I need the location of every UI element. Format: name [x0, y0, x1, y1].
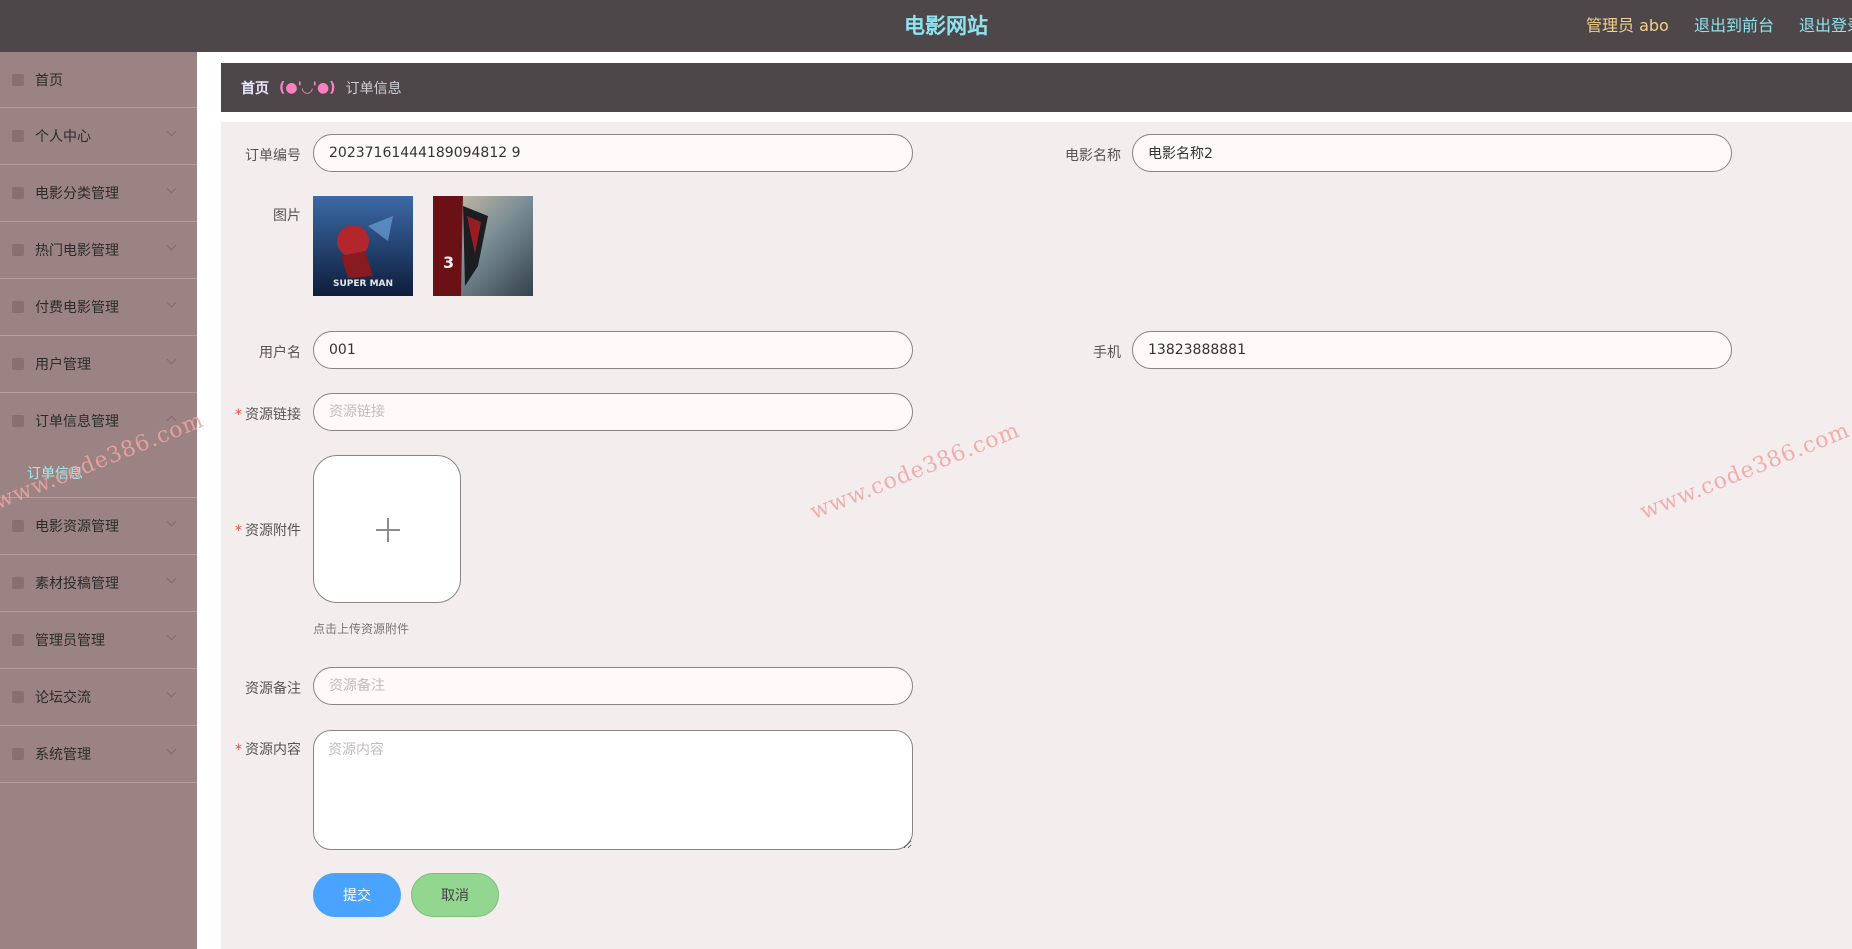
- sidebar-item-profile[interactable]: 个人中心: [0, 108, 197, 165]
- attachment-label: * 资源附件: [235, 523, 301, 539]
- remark-label: 资源备注: [245, 681, 301, 697]
- username-field[interactable]: [313, 331, 913, 369]
- users-icon: [12, 358, 24, 370]
- chevron-down-icon: [166, 630, 177, 641]
- username-label: 用户名: [259, 345, 301, 361]
- sidebar-item-label: 管理员管理: [35, 633, 105, 649]
- sidebar-item-label: 订单信息管理: [35, 414, 119, 430]
- sidebar-item-submissions[interactable]: 素材投稿管理: [0, 555, 197, 612]
- chevron-down-icon: [166, 516, 177, 527]
- site-title: 电影网站: [904, 14, 988, 38]
- required-mark: *: [235, 742, 242, 758]
- sidebar-item-label: 系统管理: [35, 747, 91, 763]
- sidebar-item-admins[interactable]: 管理员管理: [0, 612, 197, 669]
- chevron-down-icon: [166, 744, 177, 755]
- sidebar-item-home[interactable]: 首页: [0, 52, 197, 108]
- chevron-down-icon: [166, 240, 177, 251]
- exit-to-front-link[interactable]: 退出到前台: [1694, 16, 1774, 35]
- required-mark: *: [235, 407, 242, 423]
- order-no-field[interactable]: [313, 134, 913, 172]
- sidebar-item-movie-resources[interactable]: 电影资源管理: [0, 498, 197, 555]
- sidebar-item-forum[interactable]: 论坛交流: [0, 669, 197, 726]
- sidebar-subitem-order-info[interactable]: 订单信息: [0, 449, 197, 498]
- sidebar-item-movie-category[interactable]: 电影分类管理: [0, 165, 197, 222]
- movie-name-field[interactable]: [1132, 134, 1732, 172]
- home-icon: [12, 73, 24, 86]
- content-label: * 资源内容: [235, 742, 301, 758]
- chevron-down-icon: [166, 354, 177, 365]
- order-no-label: 订单编号: [245, 148, 301, 164]
- grid-icon: [12, 187, 24, 199]
- sidebar-item-hot-movies[interactable]: 热门电影管理: [0, 222, 197, 279]
- required-mark: *: [235, 523, 242, 539]
- logout-link[interactable]: 退出登录: [1799, 16, 1852, 35]
- chevron-down-icon: [166, 687, 177, 698]
- breadcrumb: 首页 (●'◡'●) 订单信息: [221, 63, 1852, 112]
- sidebar-item-label: 个人中心: [35, 129, 91, 145]
- sidebar: 首页 个人中心 电影分类管理 热门电影管理 付费电影管理 用户管理 订单信息管理…: [0, 52, 197, 949]
- admin-icon: [12, 634, 24, 646]
- image-label: 图片: [273, 208, 301, 224]
- sidebar-item-label: 首页: [35, 72, 63, 89]
- chevron-down-icon: [166, 126, 177, 137]
- content-textarea[interactable]: [313, 730, 913, 850]
- svg-text:SUPER MAN: SUPER MAN: [333, 279, 393, 289]
- sidebar-item-label: 热门电影管理: [35, 243, 119, 259]
- phone-field[interactable]: [1132, 331, 1732, 369]
- chevron-down-icon: [166, 573, 177, 584]
- admin-label: 管理员 abo: [1586, 16, 1669, 35]
- forum-icon: [12, 691, 24, 703]
- film-icon: [12, 244, 24, 256]
- breadcrumb-current: 订单信息: [345, 80, 402, 97]
- folder-icon: [12, 520, 24, 532]
- sidebar-item-users[interactable]: 用户管理: [0, 336, 197, 393]
- resource-link-label: * 资源链接: [235, 407, 301, 423]
- movie-image-2[interactable]: 3: [433, 196, 533, 296]
- breadcrumb-home[interactable]: 首页: [241, 78, 269, 98]
- top-bar: 电影网站 管理员 abo 退出到前台 退出登录: [0, 0, 1852, 52]
- resource-link-input[interactable]: [313, 393, 913, 431]
- cancel-button[interactable]: 取消: [411, 873, 499, 917]
- chevron-up-icon: [166, 415, 177, 426]
- phone-label: 手机: [1093, 345, 1121, 361]
- sidebar-item-label: 用户管理: [35, 357, 91, 373]
- sidebar-item-system[interactable]: 系统管理: [0, 726, 197, 783]
- attachment-upload-button[interactable]: [313, 455, 461, 603]
- sidebar-item-label: 电影分类管理: [35, 186, 119, 202]
- sidebar-item-orders[interactable]: 订单信息管理: [0, 393, 197, 449]
- breadcrumb-separator: (●'◡'●): [279, 79, 336, 96]
- top-right-menu: 管理员 abo 退出到前台 退出登录: [1586, 12, 1852, 36]
- sidebar-item-label: 付费电影管理: [35, 300, 119, 316]
- settings-icon: [12, 748, 24, 760]
- chevron-down-icon: [166, 183, 177, 194]
- remark-input[interactable]: [313, 667, 913, 705]
- upload-tip: 点击上传资源附件: [313, 622, 410, 636]
- upload-icon: [12, 577, 24, 589]
- svg-text:3: 3: [443, 253, 454, 272]
- sidebar-item-paid-movies[interactable]: 付费电影管理: [0, 279, 197, 336]
- submit-button[interactable]: 提交: [313, 873, 401, 917]
- card-icon: [12, 301, 24, 313]
- order-icon: [12, 415, 24, 427]
- chevron-down-icon: [166, 297, 177, 308]
- sidebar-item-label: 素材投稿管理: [35, 576, 119, 592]
- movie-image-1[interactable]: SUPER MAN: [313, 196, 413, 296]
- sidebar-item-label: 论坛交流: [35, 690, 91, 706]
- movie-name-label: 电影名称: [1065, 148, 1121, 164]
- sidebar-item-label: 电影资源管理: [35, 519, 119, 535]
- order-form: 订单编号 电影名称 图片 SUPER MAN: [221, 122, 1852, 949]
- user-icon: [12, 130, 24, 142]
